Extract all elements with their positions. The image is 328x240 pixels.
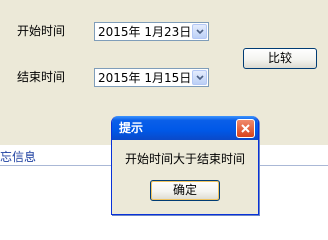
dialog-message: 开始时间大于结束时间 xyxy=(124,152,245,166)
end-date-value: 2015年 1月15日 xyxy=(98,71,192,85)
start-date-picker[interactable]: 2015年 1月23日 xyxy=(94,22,209,41)
end-date-dropdown-button[interactable] xyxy=(192,70,207,85)
dialog-titlebar[interactable]: 提示 xyxy=(112,116,258,140)
start-time-label: 开始时间 xyxy=(17,24,66,38)
start-date-value: 2015年 1月23日 xyxy=(98,25,192,39)
end-date-picker[interactable]: 2015年 1月15日 xyxy=(94,68,209,87)
chevron-down-icon xyxy=(196,29,204,35)
compare-button[interactable]: 比较 xyxy=(243,48,317,69)
ok-button[interactable]: 确定 xyxy=(150,180,220,201)
end-time-label: 结束时间 xyxy=(17,70,66,84)
dialog-title: 提示 xyxy=(119,121,144,135)
start-date-dropdown-button[interactable] xyxy=(192,24,207,39)
close-button[interactable] xyxy=(236,119,255,138)
section-header-text: 忘信息 xyxy=(0,150,37,164)
message-dialog: 提示 开始时间大于结束时间 确定 xyxy=(111,116,259,215)
close-icon xyxy=(241,124,250,133)
chevron-down-icon xyxy=(196,75,204,81)
